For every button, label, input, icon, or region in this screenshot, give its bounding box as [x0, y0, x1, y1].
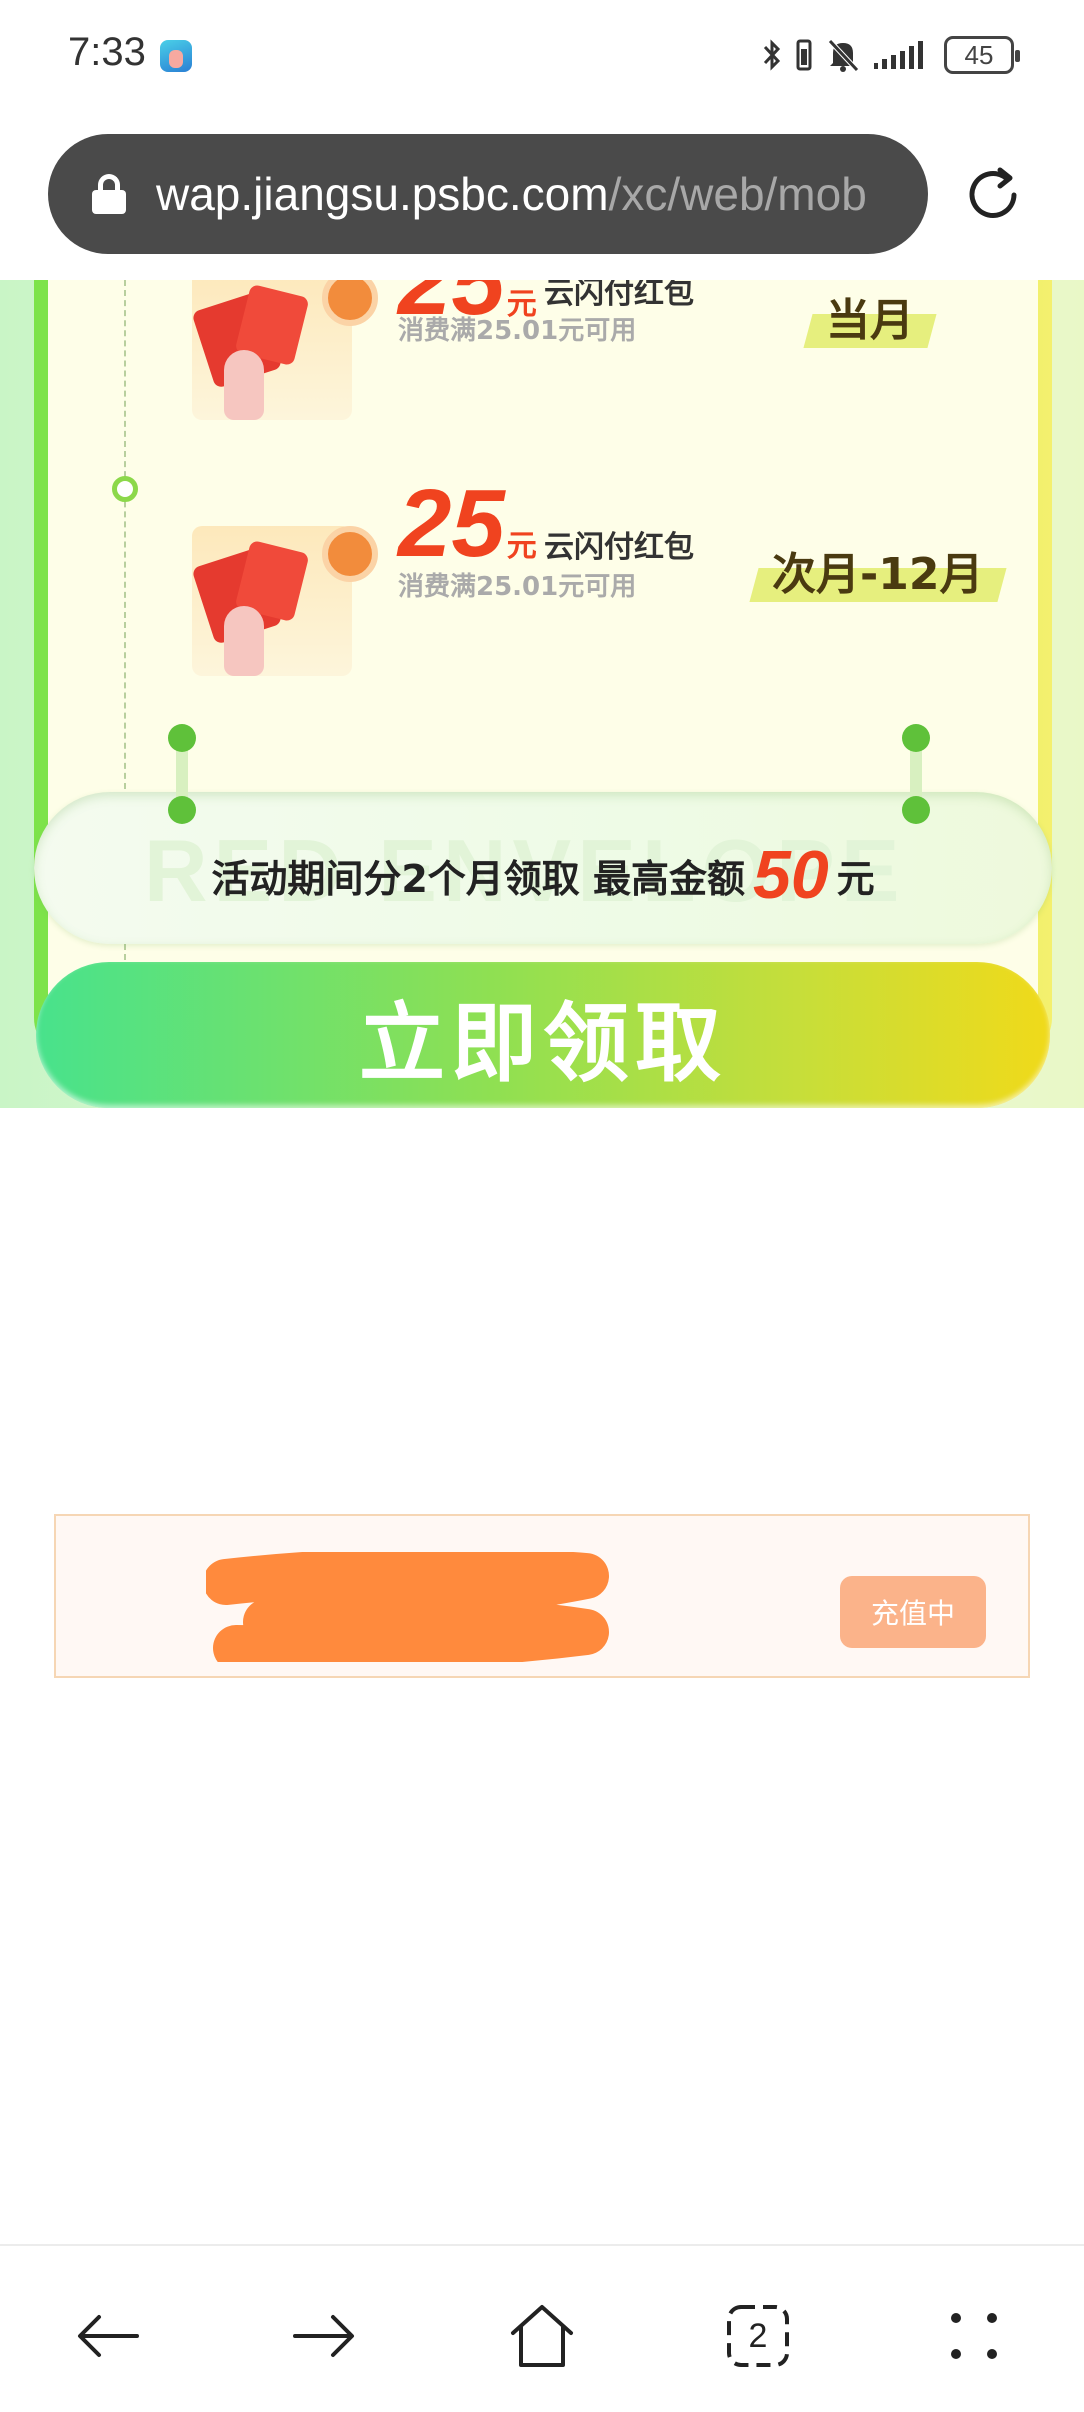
battery-icon: 45 — [944, 36, 1020, 74]
summary-suffix: 元 — [836, 857, 875, 901]
status-bar: 7:33 45 — [0, 0, 1084, 110]
reload-icon[interactable] — [960, 162, 1026, 228]
menu-dots-icon[interactable] — [934, 2296, 1014, 2376]
summary-prefix: 活动期间分2个月领取 最高金额 — [211, 857, 745, 901]
browser-toolbar: wap.jiangsu.psbc.com/xc/web/mob — [0, 110, 1084, 280]
clock-icon — [322, 526, 378, 582]
offer-unit: 元 — [506, 530, 537, 563]
offer-condition: 消费满25.01元可用 — [398, 572, 637, 602]
timeline-dot — [112, 476, 138, 502]
summary-text: 活动期间分2个月领取 最高金额 50 元 — [34, 836, 1052, 914]
mute-icon — [826, 35, 860, 75]
home-icon[interactable] — [502, 2296, 582, 2376]
status-icons: 45 — [762, 34, 1020, 76]
red-envelope-illustration — [152, 526, 378, 686]
claim-now-button[interactable]: 立即领取 — [36, 962, 1050, 1108]
offer-type: 云闪付红包 — [544, 530, 694, 565]
lock-icon[interactable] — [92, 174, 126, 214]
connector-clip — [902, 724, 930, 824]
url-host: wap.jiangsu.psbc.com — [156, 168, 609, 220]
address-bar[interactable]: wap.jiangsu.psbc.com/xc/web/mob — [48, 134, 928, 254]
connector-clip — [168, 724, 196, 824]
summary-amount: 50 — [753, 837, 829, 913]
forward-arrow-icon[interactable] — [284, 2296, 364, 2376]
url-text[interactable]: wap.jiangsu.psbc.com/xc/web/mob — [156, 167, 867, 221]
vibrate-icon — [794, 35, 814, 75]
redaction-scribble — [206, 1552, 609, 1662]
offer-amount: 25元 — [398, 470, 537, 577]
tab-count: 2 — [748, 2316, 768, 2355]
tabs-icon[interactable]: 2 — [718, 2296, 798, 2376]
url-path: /xc/web/mob — [608, 168, 867, 220]
promo-section: 25元 云闪付红包 消费满25.01元可用 当月 25元 云闪付红包 消费满25… — [0, 280, 1084, 1108]
app-notification-icon — [160, 40, 192, 72]
status-time: 7:33 — [68, 30, 146, 74]
recharging-button[interactable]: 充值中 — [840, 1576, 986, 1648]
recharge-banner: 充值中 — [54, 1514, 1030, 1678]
back-arrow-icon[interactable] — [68, 2296, 148, 2376]
offer-period: 次月-12月 — [749, 534, 1007, 606]
bluetooth-icon — [762, 35, 782, 75]
signal-icon — [872, 35, 932, 75]
browser-bottom-nav: 2 — [0, 2244, 1084, 2412]
